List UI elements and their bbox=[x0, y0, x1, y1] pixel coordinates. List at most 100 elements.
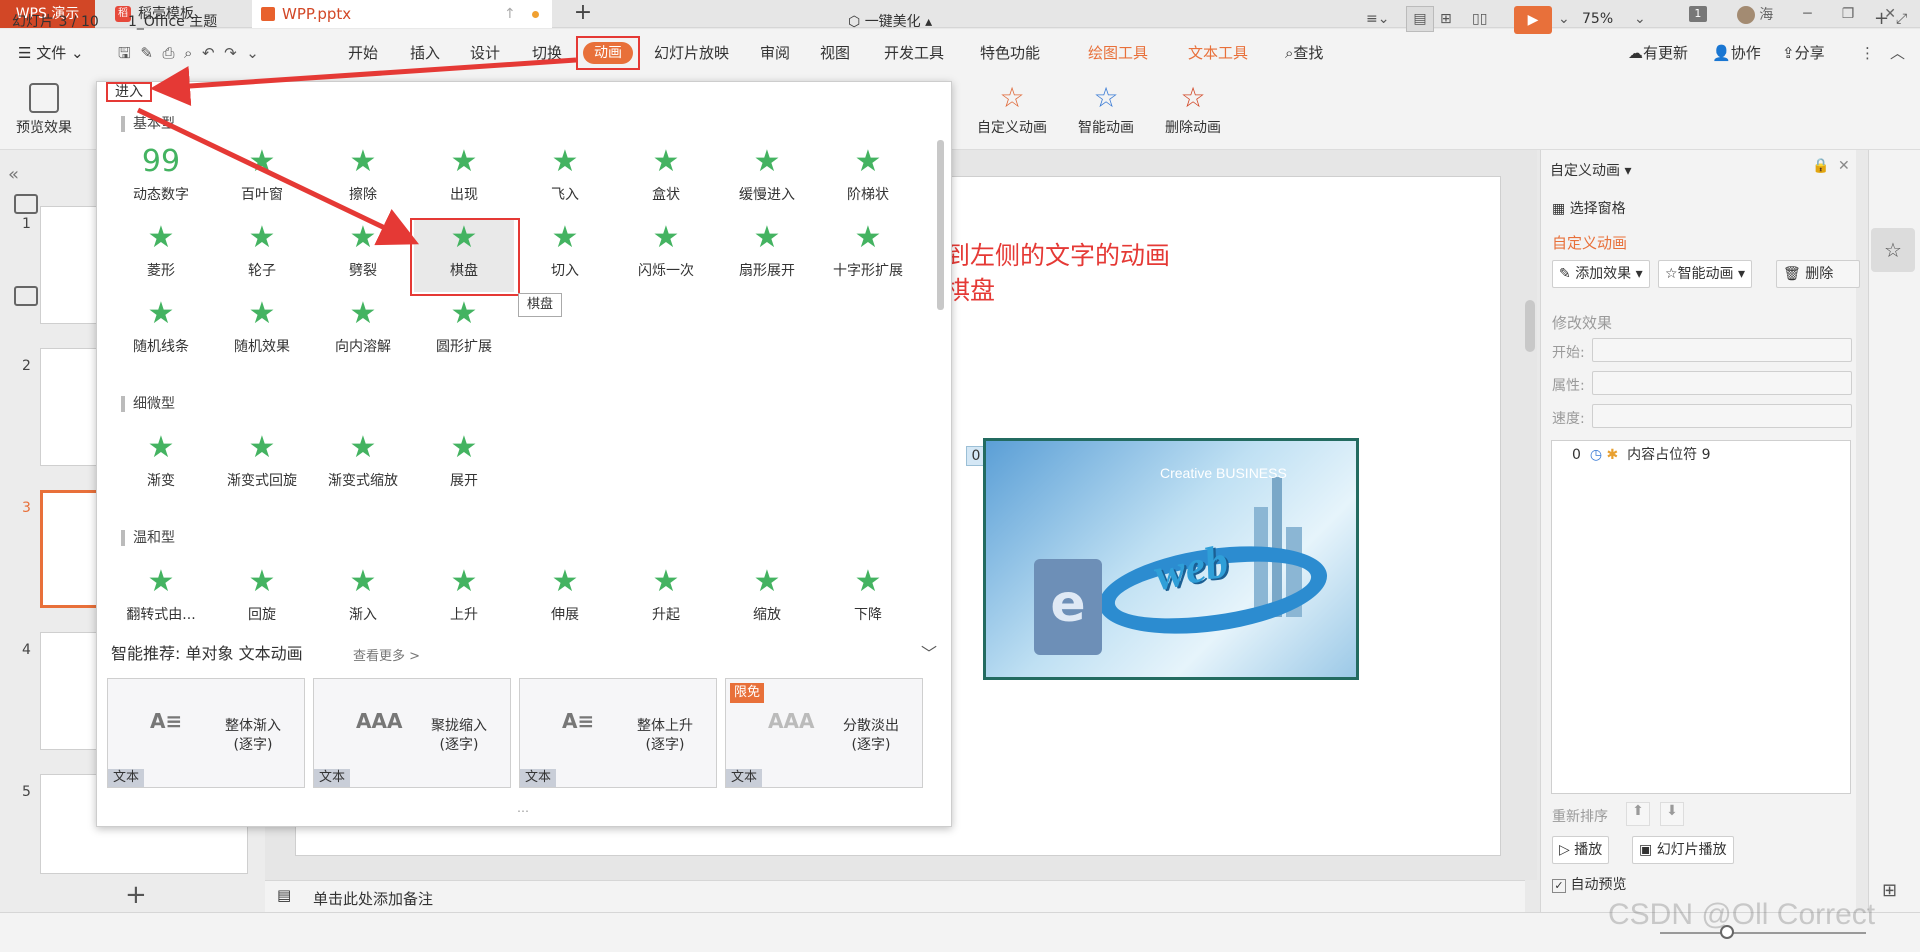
print-icon[interactable]: ⎙ bbox=[162, 44, 174, 62]
print-preview-icon[interactable]: ⌕ bbox=[184, 44, 192, 62]
move-up-icon[interactable]: ⬆ bbox=[1626, 802, 1650, 826]
canvas-scrollbar[interactable] bbox=[1523, 150, 1537, 880]
tab-home[interactable]: 开始 bbox=[348, 42, 378, 64]
effect-tile[interactable]: ★ 菱形 bbox=[111, 220, 211, 292]
grid-apps-icon[interactable]: ⊞ bbox=[1882, 880, 1897, 901]
effect-tile[interactable]: ★ 渐变式回旋 bbox=[212, 430, 312, 502]
smart-card[interactable]: AAA 聚拢缩入 (逐字) 文本 bbox=[313, 678, 511, 788]
effect-tile[interactable]: ★ 圆形扩展 bbox=[414, 296, 514, 368]
effect-tile[interactable]: ★ 阶梯状 bbox=[818, 144, 918, 216]
tab-text-tools[interactable]: 文本工具 bbox=[1188, 42, 1248, 64]
effect-tile[interactable]: ★ 轮子 bbox=[212, 220, 312, 292]
tab-drawing-tools[interactable]: 绘图工具 bbox=[1088, 42, 1148, 64]
effect-tile[interactable]: ★ 升起 bbox=[616, 564, 716, 636]
pane-header[interactable]: 自定义动画 ▾ bbox=[1550, 160, 1631, 180]
save-icon[interactable]: 🖫 bbox=[118, 44, 131, 62]
update-button[interactable]: ☁有更新 bbox=[1628, 42, 1688, 64]
expand-chevron-icon[interactable]: ﹀ bbox=[921, 640, 937, 664]
undo-icon[interactable]: ↶ bbox=[202, 44, 215, 62]
tab-design[interactable]: 设计 bbox=[470, 42, 500, 64]
effect-tile[interactable]: ★ 渐变 bbox=[111, 430, 211, 502]
effect-tile[interactable]: ★ 扇形展开 bbox=[717, 220, 817, 292]
effect-tile[interactable]: ★ 上升 bbox=[414, 564, 514, 636]
collapse-ribbon-icon[interactable]: ︿ bbox=[1890, 42, 1905, 64]
speed-select[interactable] bbox=[1592, 404, 1852, 428]
effect-tile[interactable]: ★ 渐入 bbox=[313, 564, 413, 636]
lock-icon[interactable]: 🔒 bbox=[1812, 158, 1829, 174]
business-image[interactable]: Creative BUSINESS web e bbox=[983, 438, 1359, 680]
effect-tile[interactable]: ★ 擦除 bbox=[313, 144, 413, 216]
tab-transition[interactable]: 切换 bbox=[532, 42, 562, 64]
effect-tile[interactable]: ★ 百叶窗 bbox=[212, 144, 312, 216]
minimize-icon[interactable]: ─ bbox=[1803, 6, 1811, 22]
delete-effect-button[interactable]: 🗑 删除 bbox=[1776, 260, 1860, 288]
effect-tile[interactable]: ★ 十字形扩展 bbox=[818, 220, 918, 292]
effect-tile[interactable]: ★ 翻转式由... bbox=[111, 564, 211, 636]
tab-slideshow[interactable]: 幻灯片放映 bbox=[654, 42, 729, 64]
effect-tile[interactable]: ★ 闪烁一次 bbox=[616, 220, 716, 292]
collapse-panel-icon[interactable]: « bbox=[8, 164, 19, 185]
restore-icon[interactable]: ❐ bbox=[1842, 6, 1855, 22]
effect-tile[interactable]: ★ 出现 bbox=[414, 144, 514, 216]
effect-tile[interactable]: ★ 切入 bbox=[515, 220, 615, 292]
effect-tile[interactable]: ★ 回旋 bbox=[212, 564, 312, 636]
effect-tile[interactable]: 99 动态数字 bbox=[111, 144, 211, 216]
slideshow-play-button[interactable]: ▣ 幻灯片播放 bbox=[1632, 836, 1734, 864]
effect-tile[interactable]: ★ 缩放 bbox=[717, 564, 817, 636]
effect-tile[interactable]: ★ 向内溶解 bbox=[313, 296, 413, 368]
effect-tile[interactable]: ★ 盒状 bbox=[616, 144, 716, 216]
format-painter-icon[interactable]: ✎ bbox=[140, 44, 153, 62]
effect-tile[interactable]: ★ 展开 bbox=[414, 430, 514, 502]
view-more-link[interactable]: 查看更多 > bbox=[353, 645, 420, 664]
add-effect-button[interactable]: ✎ 添加效果 ▾ bbox=[1552, 260, 1650, 288]
file-menu[interactable]: ☰ 文件 ⌄ bbox=[18, 42, 84, 64]
find-button[interactable]: ⌕查找 bbox=[1285, 42, 1323, 64]
animation-list-item[interactable]: 0 ◷ ✱ 内容占位符 9 bbox=[1572, 444, 1711, 464]
auto-preview-checkbox[interactable]: ✓ 自动预览 bbox=[1552, 874, 1626, 894]
custom-animation-button[interactable]: ☆ 自定义动画 bbox=[970, 83, 1054, 137]
tab-developer[interactable]: 开发工具 bbox=[884, 42, 944, 64]
document-tab[interactable]: WPP.pptx ↑ bbox=[252, 0, 552, 28]
reading-view-icon[interactable]: ▯▯ bbox=[1472, 11, 1487, 27]
smart-card[interactable]: A≡ 整体上升 (逐字) 文本 bbox=[519, 678, 717, 788]
smart-animation-button[interactable]: ☆ 智能动画 bbox=[1066, 83, 1146, 137]
play-button[interactable]: ▷ 播放 bbox=[1552, 836, 1610, 864]
tab-features[interactable]: 特色功能 bbox=[980, 42, 1040, 64]
zoom-out-icon[interactable]: ⌄ bbox=[1634, 11, 1646, 27]
transition-pane-icon[interactable] bbox=[14, 286, 38, 306]
effect-tile[interactable]: ★ 缓慢进入 bbox=[717, 144, 817, 216]
fit-window-icon[interactable]: ⤢ bbox=[1896, 11, 1907, 27]
window-count-badge[interactable]: 1 bbox=[1688, 6, 1707, 22]
effect-tile[interactable]: ★ 下降 bbox=[818, 564, 918, 636]
properties-icon[interactable] bbox=[14, 194, 38, 214]
selection-pane-button[interactable]: ▦ 选择窗格 bbox=[1552, 198, 1626, 218]
animation-pane-icon[interactable]: ☆ bbox=[1871, 228, 1915, 272]
play-options-icon[interactable]: ⌄ bbox=[1558, 11, 1570, 27]
animation-list[interactable] bbox=[1551, 440, 1851, 794]
user-menu[interactable]: 海 bbox=[1736, 4, 1773, 24]
redo-icon[interactable]: ↷ bbox=[224, 44, 237, 62]
close-pane-icon[interactable]: ✕ bbox=[1838, 158, 1850, 174]
tab-view[interactable]: 视图 bbox=[820, 42, 850, 64]
effect-tile[interactable]: ★ 随机效果 bbox=[212, 296, 312, 368]
new-tab-button[interactable]: + bbox=[568, 0, 598, 28]
beautify-button[interactable]: ⬡ 一键美化 ▴ bbox=[848, 11, 932, 31]
normal-view-icon[interactable]: ▤ bbox=[1406, 6, 1434, 32]
play-slideshow-button[interactable]: ▶ bbox=[1514, 6, 1552, 34]
effect-tile[interactable]: ★ 飞入 bbox=[515, 144, 615, 216]
delete-animation-button[interactable]: ☆ 删除动画 bbox=[1160, 83, 1226, 137]
upload-icon[interactable]: ↑ bbox=[504, 0, 516, 28]
more-icon[interactable]: ⌄ bbox=[246, 44, 259, 62]
tab-insert[interactable]: 插入 bbox=[410, 42, 440, 64]
enter-category-label[interactable]: 进入 bbox=[106, 82, 152, 102]
add-slide-button[interactable]: + bbox=[125, 880, 147, 910]
zoom-slider[interactable] bbox=[1660, 932, 1866, 934]
gallery-scrollbar[interactable] bbox=[937, 140, 944, 310]
start-select[interactable] bbox=[1592, 338, 1852, 362]
effect-tile[interactable]: ★ 随机线条 bbox=[111, 296, 211, 368]
zoom-level[interactable]: 75% bbox=[1582, 11, 1613, 27]
sorter-view-icon[interactable]: ⊞ bbox=[1440, 11, 1452, 27]
smart-card[interactable]: A≡ 整体渐入 (逐字) 文本 bbox=[107, 678, 305, 788]
effect-tile[interactable]: ★ 劈裂 bbox=[313, 220, 413, 292]
effect-tile[interactable]: ★ 渐变式缩放 bbox=[313, 430, 413, 502]
